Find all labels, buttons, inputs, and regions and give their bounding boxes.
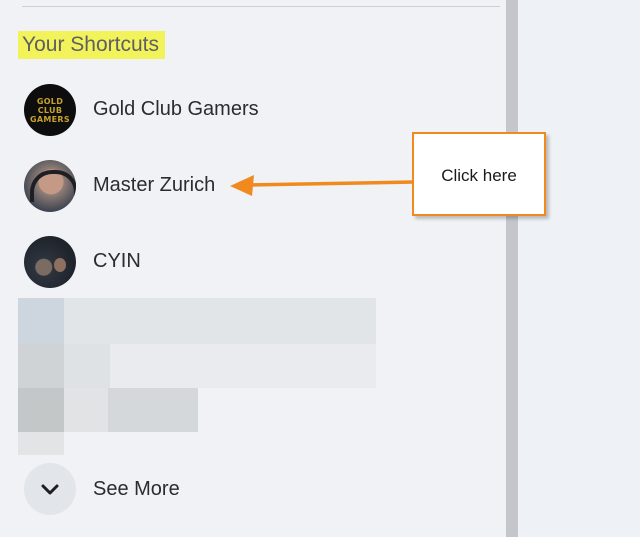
annotation-text: Click here — [441, 166, 517, 185]
shortcut-cyin[interactable]: CYIN — [22, 233, 382, 291]
shortcut-label: Master Zurich — [93, 174, 216, 196]
headphones-graphic — [30, 170, 76, 202]
avatar-text-line: GAMERS — [30, 115, 70, 124]
see-more-circle — [24, 463, 76, 515]
annotation-arrow — [230, 175, 416, 196]
see-more-button[interactable]: See More — [22, 462, 222, 516]
avatar-text-line: GOLD — [36, 97, 64, 106]
right-pane — [518, 0, 640, 537]
shortcuts-sidebar: Your Shortcuts GOLD CLUB GAMERS Gold Clu… — [0, 0, 506, 537]
avatar: GOLD CLUB GAMERS — [24, 84, 76, 136]
chevron-down-icon — [41, 484, 59, 495]
shortcut-gold-club-gamers[interactable]: GOLD CLUB GAMERS Gold Club Gamers — [22, 81, 382, 139]
shortcut-label: Gold Club Gamers — [93, 98, 259, 120]
see-more-label: See More — [93, 478, 180, 500]
avatar-text-line: CLUB — [37, 106, 63, 115]
avatar — [24, 236, 76, 288]
scrollbar[interactable] — [506, 0, 518, 537]
shortcut-label: CYIN — [93, 250, 141, 272]
blurred-shortcuts — [18, 298, 376, 455]
annotation-callout: Click here — [412, 132, 546, 216]
divider — [22, 6, 500, 7]
section-title: Your Shortcuts — [18, 31, 165, 59]
avatar — [24, 160, 76, 212]
